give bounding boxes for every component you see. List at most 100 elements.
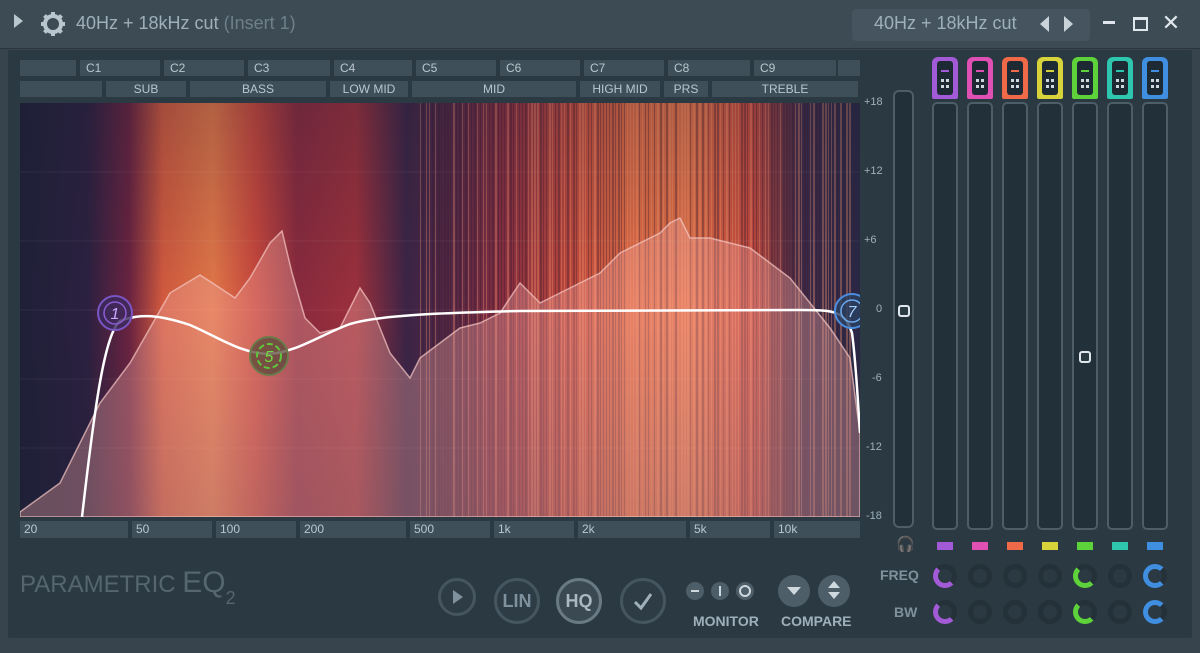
band-6-freq-knob[interactable] [1108,564,1132,588]
brand-num: 2 [225,588,236,608]
band-1-color-chip[interactable] [937,542,953,550]
band-1-type-button[interactable] [932,57,958,99]
hq-button[interactable]: HQ [556,578,602,624]
band-2-color-chip[interactable] [972,542,988,550]
db-label: +18 [864,96,883,108]
band-4-type-button[interactable] [1037,57,1063,99]
db-label: -18 [866,510,882,522]
freq-row-label: FREQ [880,567,919,583]
freq-label: 20 [20,521,128,538]
band-6-color-chip[interactable] [1112,542,1128,550]
preset-name: 40Hz + 18kHz cut [76,13,219,33]
bw-row-label: BW [894,604,918,620]
band-1-gain-slider[interactable] [932,102,958,530]
collapse-arrow-icon[interactable] [14,14,23,28]
db-label: +6 [864,234,877,246]
octave-label: C9 [754,60,836,76]
band-3-bw-knob[interactable] [1003,600,1027,624]
title-bar: 40Hz + 18kHz cut (Insert 1) 40Hz + 18kHz… [0,0,1200,49]
band-7-gain-slider[interactable] [1142,102,1168,530]
minimize-icon[interactable] [1103,21,1115,24]
monitor-label: MONITOR [693,613,759,629]
band-range-label: SUB [106,81,186,97]
band-2-bw-knob[interactable] [968,600,992,624]
maximize-icon[interactable] [1133,17,1148,31]
monitor-all-button[interactable] [736,582,754,600]
preset-selector-title[interactable]: 40Hz + 18kHz cut [874,13,1017,34]
freq-label: 2k [578,521,686,538]
band-6-bw-knob[interactable] [1108,600,1132,624]
band-1-bw-knob[interactable] [933,600,957,624]
band-3-type-button[interactable] [1002,57,1028,99]
band-5-type-button[interactable] [1072,57,1098,99]
insert-label: (Insert 1) [223,13,296,33]
compare-label: COMPARE [781,613,852,629]
band-range-label: MID [412,81,576,97]
band-node-5[interactable]: 5 [248,335,290,377]
db-label: +12 [864,165,883,177]
band-7-column[interactable] [1142,57,1168,530]
band-3-column[interactable] [1002,57,1028,530]
band-3-gain-slider[interactable] [1002,102,1028,530]
octave-label: C8 [668,60,750,76]
band-6-column[interactable] [1107,57,1133,530]
eq-graph[interactable]: 1 5 7 [20,103,860,517]
freq-label: 500 [410,521,490,538]
play-icon [453,590,463,604]
previous-preset-icon[interactable] [1040,16,1049,32]
band-2-freq-knob[interactable] [968,564,992,588]
freq-label: 10k [774,521,860,538]
filter-shape-icon [1007,61,1023,95]
monitor-off-button[interactable] [686,582,704,600]
filter-shape-icon [1077,61,1093,95]
band-4-gain-slider[interactable] [1037,102,1063,530]
lin-button[interactable]: LIN [494,578,540,624]
enable-button[interactable] [620,578,666,624]
brand-main: PARAMETRIC [20,571,183,598]
band-5-column[interactable] [1072,57,1098,530]
headphones-icon[interactable]: 🎧 [896,535,915,553]
band-4-bw-knob[interactable] [1038,600,1062,624]
band-6-gain-slider[interactable] [1107,102,1133,530]
monitor-band-button[interactable] [711,582,729,600]
octave-label: C1 [80,60,160,76]
band-4-column[interactable] [1037,57,1063,530]
compare-store-button[interactable] [778,575,810,607]
octave-label [838,60,860,76]
band-3-freq-knob[interactable] [1003,564,1027,588]
band-node-7[interactable]: 7 [832,291,860,331]
plugin-window: 40Hz + 18kHz cut (Insert 1) 40Hz + 18kHz… [0,0,1200,653]
brand-eq: EQ [182,566,226,599]
band-7-freq-knob[interactable] [1143,564,1167,588]
master-gain-handle[interactable] [898,305,910,317]
freq-label: 200 [300,521,406,538]
band-7-type-button[interactable] [1142,57,1168,99]
band-5-bw-knob[interactable] [1073,600,1097,624]
band-1-freq-knob[interactable] [933,564,957,588]
band-4-freq-knob[interactable] [1038,564,1062,588]
close-icon[interactable]: ✕ [1160,12,1182,34]
band-7-color-chip[interactable] [1147,542,1163,550]
band-5-gain-slider[interactable] [1072,102,1098,530]
filter-shape-icon [1112,61,1128,95]
band-2-type-button[interactable] [967,57,993,99]
band-2-column[interactable] [967,57,993,530]
band-5-color-chip[interactable] [1077,542,1093,550]
compare-swap-button[interactable] [818,575,850,607]
band-node-1[interactable]: 1 [95,293,135,333]
band-1-column[interactable] [932,57,958,530]
band-4-color-chip[interactable] [1042,542,1058,550]
band-6-type-button[interactable] [1107,57,1133,99]
band-5-gain-handle[interactable] [1079,351,1091,363]
next-preset-icon[interactable] [1064,16,1073,32]
play-button[interactable] [438,578,476,616]
gear-icon[interactable] [40,11,66,37]
window-title: 40Hz + 18kHz cut (Insert 1) [76,13,296,34]
band-range-label: PRS [664,81,708,97]
band-2-gain-slider[interactable] [967,102,993,530]
band-3-color-chip[interactable] [1007,542,1023,550]
band-7-bw-knob[interactable] [1143,600,1167,624]
band-5-freq-knob[interactable] [1073,564,1097,588]
octave-label [20,60,76,76]
node-5-label: 5 [265,349,274,366]
